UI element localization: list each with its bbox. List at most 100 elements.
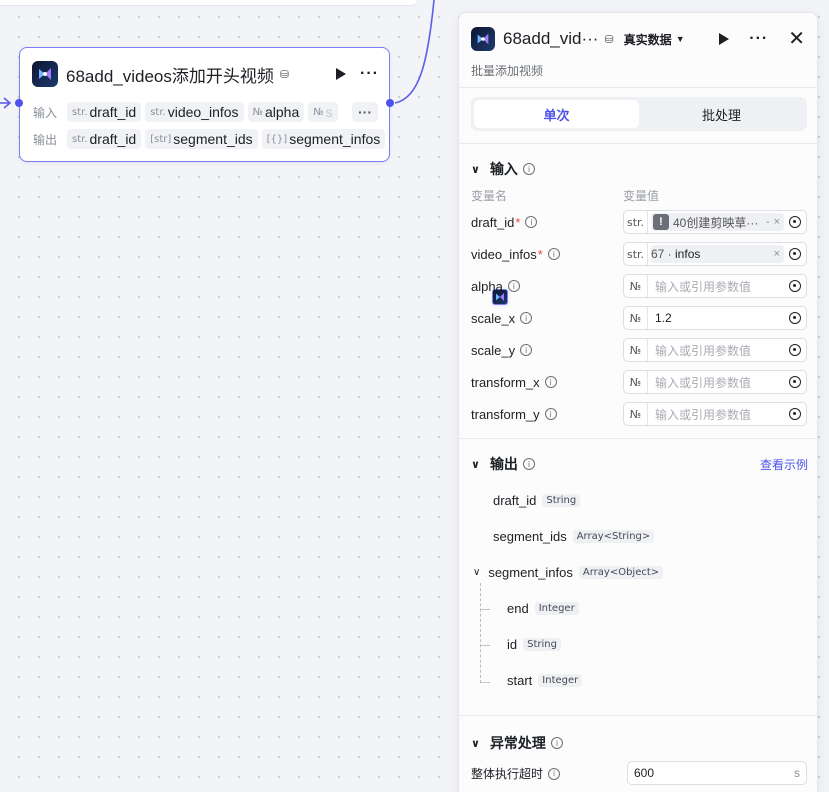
required-mark: * — [515, 214, 521, 230]
panel-title: 68add_vid··· — [503, 29, 599, 48]
scale-y-input[interactable]: № 输入或引用参数值 — [623, 338, 807, 362]
variable-picker-icon[interactable] — [784, 312, 806, 324]
transform-y-input[interactable]: № 输入或引用参数值 — [623, 402, 807, 426]
input-section-header[interactable]: ∨ 输入 i — [471, 159, 535, 179]
node-config-panel: 68add_vid··· ⛁ 真实数据 ▼ ··· ✕ 批量添加视频 单次 批处… — [458, 12, 818, 792]
param-row-video-infos: video_infos * i str. 67 · infos × — [471, 242, 807, 305]
draft-id-input[interactable]: str. ! 40创建剪映草··· - × — [623, 210, 807, 234]
panel-more-button[interactable]: ··· — [749, 31, 768, 47]
variable-picker-icon[interactable] — [784, 280, 806, 292]
chevron-down-icon: ∨ — [471, 163, 480, 176]
run-node-button[interactable] — [719, 33, 730, 45]
type-label: № — [624, 339, 648, 361]
divider — [459, 438, 817, 439]
info-icon[interactable]: i — [550, 737, 563, 749]
data-mode-dropdown[interactable]: 真实数据 ▼ — [624, 31, 685, 48]
scale-x-input[interactable]: № 1.2 — [623, 306, 807, 330]
variable-picker-icon[interactable] — [784, 216, 806, 228]
type-tag: Integer — [538, 674, 583, 687]
input-chip-truncated: № s — [308, 102, 338, 122]
node-title: 68add_videos添加开头视频 — [66, 66, 274, 86]
column-header-value: 变量值 — [623, 189, 660, 203]
output-child-start: start Integer — [507, 673, 583, 688]
data-mode-label: 真实数据 — [623, 32, 672, 47]
info-icon[interactable]: i — [547, 248, 560, 260]
info-icon[interactable]: i — [525, 216, 538, 228]
alpha-placeholder[interactable]: 输入或引用参数值 — [648, 278, 784, 295]
node-output-row: 输出 str. draft_id [str] segment_ids [{}] seg… — [33, 129, 386, 149]
timeout-unit: s — [794, 766, 800, 780]
variable-picker-icon[interactable] — [784, 248, 806, 260]
node-input-row: 输入 str. draft_id str. video_infos № alpha №… — [33, 102, 378, 122]
type-tag: String — [523, 638, 561, 651]
variable-picker-icon[interactable] — [784, 376, 806, 388]
type-label: str. — [624, 211, 648, 233]
type-label: № — [624, 403, 648, 425]
warning-icon: ! — [653, 214, 669, 230]
plugin-badge-icon: ⛁ — [279, 68, 290, 81]
reference-chip[interactable]: ! 40创建剪映草··· - × — [651, 213, 784, 231]
column-header-name: 变量名 — [471, 189, 508, 203]
clear-icon[interactable]: × — [774, 248, 780, 260]
type-tag: Array<Object> — [578, 566, 664, 579]
tree-guide-line — [480, 583, 481, 683]
clear-icon[interactable]: × — [774, 216, 780, 228]
param-row-draft-id: draft_id * i str. ! 40创建剪映草··· - × — [471, 210, 807, 234]
tab-single[interactable]: 单次 — [474, 100, 639, 128]
param-row-alpha: alpha i № 输入或引用参数值 — [471, 274, 807, 298]
scale-y-placeholder[interactable]: 输入或引用参数值 — [648, 342, 784, 359]
output-section-header[interactable]: ∨ 输出 i — [471, 454, 535, 474]
info-icon[interactable]: i — [520, 344, 533, 356]
timeout-input[interactable]: 600 s — [627, 761, 807, 785]
output-chip-draft-id: str. draft_id — [67, 129, 142, 149]
close-icon[interactable]: ✕ — [788, 29, 805, 49]
timeout-label-row: 整体执行超时 i — [471, 765, 561, 782]
plugin-logo-icon — [471, 27, 495, 51]
info-icon[interactable]: i — [544, 408, 557, 420]
chevron-down-icon: ∨ — [473, 567, 481, 578]
transform-x-input[interactable]: № 输入或引用参数值 — [623, 370, 807, 394]
node-output-port[interactable] — [386, 99, 394, 107]
video-infos-input[interactable]: str. 67 · infos × — [492, 242, 807, 305]
transform-y-placeholder[interactable]: 输入或引用参数值 — [648, 406, 784, 423]
variable-picker-icon[interactable] — [784, 344, 806, 356]
node-more-button[interactable]: ··· — [360, 66, 379, 82]
panel-description: 批量添加视频 — [471, 64, 544, 78]
input-chip-draft-id: str. draft_id — [67, 102, 142, 122]
run-node-button[interactable] — [336, 68, 347, 80]
info-icon[interactable]: i — [544, 376, 557, 388]
info-icon[interactable]: i — [522, 163, 535, 175]
timeout-value[interactable]: 600 — [634, 766, 654, 780]
param-row-scale-y: scale_y i № 输入或引用参数值 — [471, 338, 807, 362]
output-row-label: 输出 — [33, 132, 58, 147]
type-tag: Array<String> — [572, 530, 655, 543]
more-inputs-button[interactable]: ··· — [352, 102, 378, 122]
reference-chip[interactable]: 67 · infos × — [492, 245, 784, 305]
output-item-draft-id: draft_id String — [493, 493, 581, 508]
type-tag: String — [542, 494, 581, 507]
transform-x-placeholder[interactable]: 输入或引用参数值 — [648, 374, 784, 391]
view-example-link[interactable]: 查看示例 — [760, 456, 808, 473]
info-icon[interactable]: i — [548, 767, 561, 780]
variable-picker-icon[interactable] — [784, 408, 806, 420]
output-item-segment-ids: segment_ids Array<String> — [493, 529, 655, 544]
output-item-segment-infos[interactable]: ∨ segment_infos Array<Object> — [473, 565, 664, 580]
alpha-input[interactable]: № 输入或引用参数值 — [623, 274, 807, 298]
info-icon[interactable]: i — [507, 280, 520, 292]
type-label: № — [624, 275, 648, 297]
canvas-top-node-edge — [0, 0, 417, 6]
output-chip-segment-infos: [{}] segment_infos — [261, 129, 386, 149]
error-handling-section-header[interactable]: ∨ 异常处理 i — [471, 733, 563, 753]
tab-batch[interactable]: 批处理 — [639, 100, 804, 128]
input-chip-video-infos: str. video_infos — [145, 102, 244, 122]
info-icon[interactable]: i — [520, 312, 533, 324]
param-row-scale-x: scale_x i № 1.2 — [471, 306, 807, 330]
divider — [459, 143, 817, 144]
param-row-transform-x: transform_x i № 输入或引用参数值 — [471, 370, 807, 394]
scale-x-value[interactable]: 1.2 — [648, 311, 784, 325]
node-input-port[interactable] — [15, 99, 23, 107]
workflow-node-card[interactable]: 68add_videos添加开头视频 ⛁ ··· 输入 str. draft_id… — [19, 47, 390, 162]
info-icon[interactable]: i — [522, 458, 535, 470]
run-mode-tabs: 单次 批处理 — [471, 97, 807, 131]
output-child-id: id String — [507, 637, 561, 652]
